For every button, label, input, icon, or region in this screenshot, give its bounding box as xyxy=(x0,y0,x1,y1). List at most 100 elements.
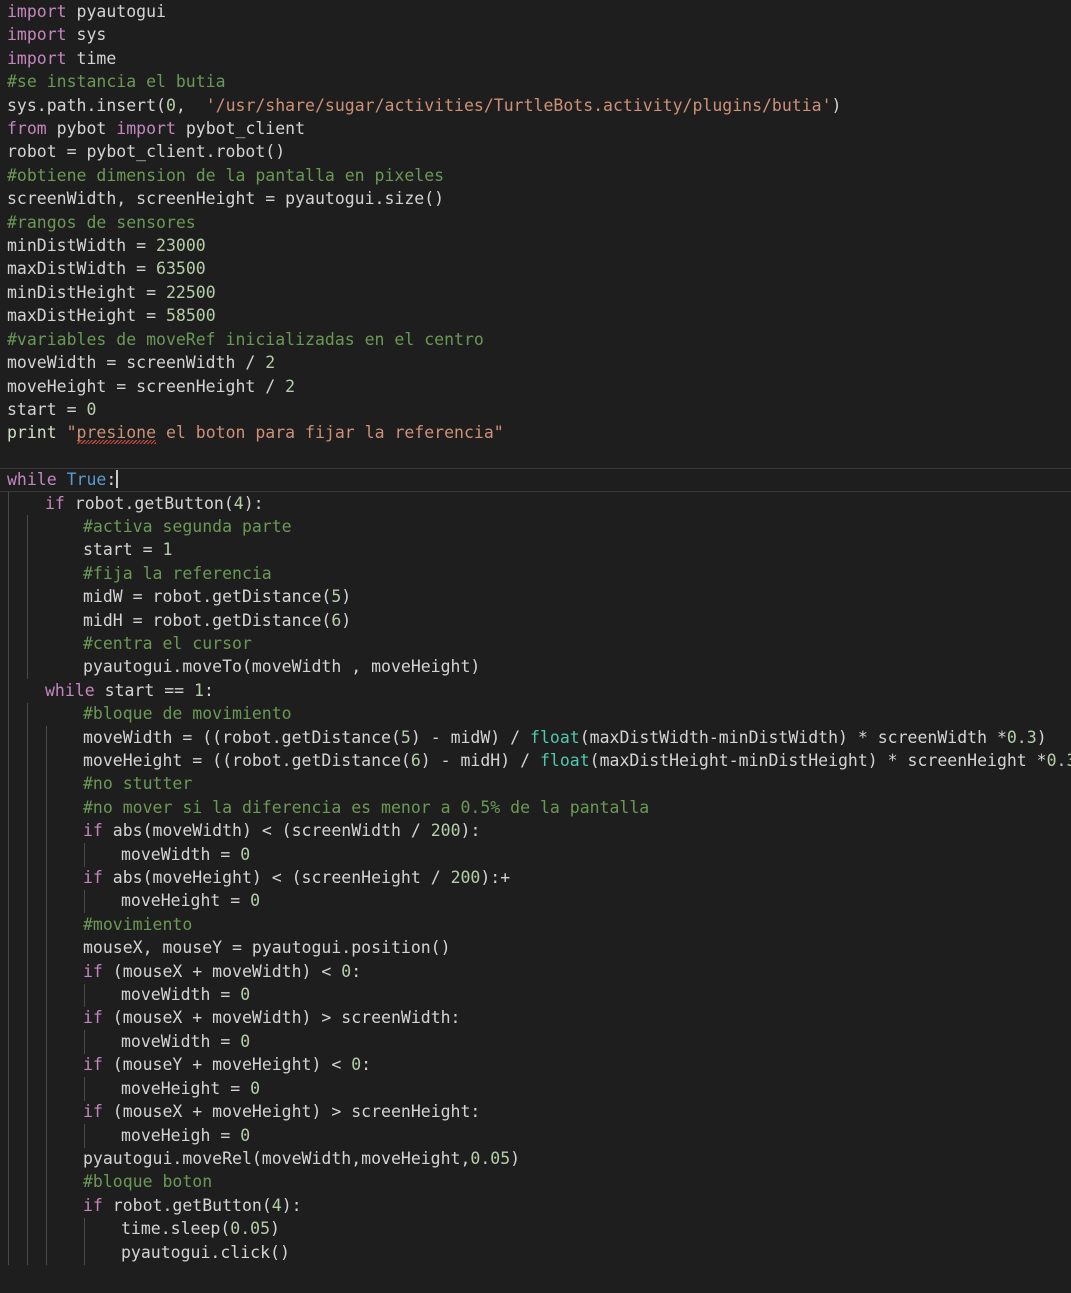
code-line[interactable]: #bloque de movimiento xyxy=(0,702,1071,725)
token-pl: mouseX, mouseY = pyautogui.position() xyxy=(83,938,451,958)
code-line[interactable]: moveWidth = screenWidth / 2 xyxy=(0,351,1071,374)
code-line[interactable]: #variables de moveRef inicializadas en e… xyxy=(0,328,1071,351)
code-line[interactable]: if (mouseX + moveWidth) < 0: xyxy=(0,960,1071,983)
code-line[interactable]: if (mouseX + moveHeight) > screenHeight: xyxy=(0,1100,1071,1123)
token-num: 0.05 xyxy=(470,1148,511,1168)
code-line[interactable]: #obtiene dimension de la pantalla en pix… xyxy=(0,164,1071,187)
code-editor-surface[interactable]: import pyautogui import sys import time #se… xyxy=(0,0,1071,1293)
code-line[interactable]: time.sleep(0.05) xyxy=(0,1217,1071,1240)
token-kw: if xyxy=(45,493,65,513)
code-line[interactable]: maxDistHeight = 58500 xyxy=(0,304,1071,327)
token-cmt: #se instancia el butia xyxy=(7,72,226,92)
code-line[interactable]: midW = robot.getDistance(5) xyxy=(0,585,1071,608)
code-line[interactable]: pyautogui.moveRel(moveWidth,moveHeight,0… xyxy=(0,1147,1071,1170)
code-line[interactable]: pyautogui.moveTo(moveWidth , moveHeight) xyxy=(0,655,1071,678)
token-pl: pyautogui.moveRel(moveWidth,moveHeight, xyxy=(83,1148,471,1168)
token-pl: (mouseX + moveHeight) > screenHeight: xyxy=(102,1102,481,1122)
code-line[interactable]: print "presione el boton para fijar la r… xyxy=(0,421,1071,445)
token-num: 0.3 xyxy=(1006,727,1037,747)
token-kw: import xyxy=(7,25,67,45)
token-pl: moveWidth = xyxy=(121,1031,241,1051)
code-line[interactable]: import time xyxy=(0,47,1071,70)
code-line[interactable]: #movimiento xyxy=(0,913,1071,936)
code-line[interactable]: minDistHeight = 22500 xyxy=(0,281,1071,304)
token-num: 200 xyxy=(430,821,461,841)
token-kw: import xyxy=(7,2,67,21)
code-line[interactable]: #activa segunda parte xyxy=(0,515,1071,538)
token-pl: moveHeight = ((robot.getDistance( xyxy=(83,751,411,770)
code-line[interactable]: #fija la referencia xyxy=(0,562,1071,585)
token-pl: pyautogui xyxy=(66,2,166,21)
code-line[interactable] xyxy=(0,445,1071,468)
code-line[interactable]: moveHeigh = 0 xyxy=(0,1124,1071,1147)
code-line[interactable]: mouseX, mouseY = pyautogui.position() xyxy=(0,936,1071,959)
token-num: 0 xyxy=(240,1125,251,1145)
code-line[interactable]: midH = robot.getDistance(6) xyxy=(0,609,1071,632)
token-kw: if xyxy=(83,1195,103,1215)
code-line[interactable]: moveWidth = ((robot.getDistance(5) - mid… xyxy=(0,726,1071,749)
token-pl: start = xyxy=(83,540,163,560)
token-num: 22500 xyxy=(165,282,216,302)
code-line[interactable]: start = 1 xyxy=(0,538,1071,561)
token-num: 63500 xyxy=(156,259,206,279)
code-line[interactable]: moveHeight = screenHeight / 2 xyxy=(0,375,1071,398)
token-kw: from xyxy=(7,119,47,139)
code-line[interactable]: pyautogui.click() xyxy=(0,1241,1071,1264)
code-line[interactable]: moveWidth = 0 xyxy=(0,1030,1071,1053)
token-str: " xyxy=(66,423,77,443)
token-pl: ):+ xyxy=(480,868,511,888)
code-line[interactable]: #centra el cursor xyxy=(0,632,1071,655)
code-line[interactable]: if abs(moveWidth) < (screenWidth / 200): xyxy=(0,819,1071,842)
code-line[interactable]: from pybot import pybot_client xyxy=(0,117,1071,140)
token-pl: (maxDistWidth-minDistWidth) * screenWidt… xyxy=(579,727,1007,747)
token-cmt: #variables de moveRef inicializadas en e… xyxy=(7,329,484,349)
code-content[interactable]: import pyautogui import sys import time #se… xyxy=(0,0,1071,1264)
token-pl: : xyxy=(351,961,362,981)
code-line[interactable]: screenWidth, screenHeight = pyautogui.si… xyxy=(0,187,1071,210)
code-line[interactable]: robot = pybot_client.robot() xyxy=(0,140,1071,163)
token-num: 0 xyxy=(165,95,176,115)
code-line[interactable]: import pyautogui xyxy=(0,0,1071,23)
code-line[interactable]: import sys xyxy=(0,23,1071,46)
token-pl: minDistWidth = xyxy=(7,236,157,256)
token-pl: ) xyxy=(270,1219,280,1239)
code-line[interactable]: moveWidth = 0 xyxy=(0,843,1071,866)
token-cmt: #bloque de movimiento xyxy=(83,704,292,724)
token-pl: ) xyxy=(341,610,352,630)
token-pl: screenWidth, screenHeight = pyautogui.si… xyxy=(7,189,445,209)
code-line[interactable]: start = 0 xyxy=(0,398,1071,421)
token-kw: while xyxy=(7,470,57,490)
token-num: 0 xyxy=(240,844,251,864)
token-num: 0 xyxy=(250,891,261,911)
code-line[interactable]: moveHeight = ((robot.getDistance(6) - mi… xyxy=(0,749,1071,772)
token-kw: if xyxy=(83,821,103,841)
code-line[interactable]: while True: xyxy=(0,468,1071,492)
token-pl: (mouseY + moveHeight) < xyxy=(102,1055,352,1075)
code-line[interactable]: if (mouseX + moveWidth) > screenWidth: xyxy=(0,1006,1071,1029)
code-line[interactable]: moveHeight = 0 xyxy=(0,1077,1071,1100)
code-line[interactable]: maxDistWidth = 63500 xyxy=(0,257,1071,280)
code-line[interactable]: sys.path.insert(0, '/usr/share/sugar/act… xyxy=(0,94,1071,117)
token-pl: robot.getButton( xyxy=(102,1195,272,1215)
code-line[interactable]: #bloque boton xyxy=(0,1170,1071,1193)
code-line[interactable]: minDistWidth = 23000 xyxy=(0,234,1071,257)
code-line[interactable]: #rangos de sensores xyxy=(0,211,1071,234)
token-pl: time.sleep( xyxy=(121,1219,231,1239)
code-line[interactable]: if abs(moveHeight) < (screenHeight / 200… xyxy=(0,866,1071,889)
code-line[interactable]: #se instancia el butia xyxy=(0,70,1071,93)
token-cmt: #rangos de sensores xyxy=(7,212,196,232)
code-line[interactable]: if robot.getButton(4): xyxy=(0,1194,1071,1217)
code-line[interactable]: moveWidth = 0 xyxy=(0,983,1071,1006)
code-line[interactable]: if (mouseY + moveHeight) < 0: xyxy=(0,1053,1071,1076)
token-bltn: True xyxy=(66,470,107,490)
code-line[interactable]: if robot.getButton(4): xyxy=(0,492,1071,515)
token-pl: ) xyxy=(831,95,842,115)
code-line[interactable]: moveHeight = 0 xyxy=(0,889,1071,912)
code-line[interactable]: while start == 1: xyxy=(0,679,1071,702)
code-line[interactable]: #no stutter xyxy=(0,772,1071,795)
token-pl: pybot_client xyxy=(175,119,306,139)
token-num: 0.3 xyxy=(1046,751,1071,770)
token-pl: ) xyxy=(1036,727,1047,747)
code-line[interactable]: #no mover si la diferencia es menor a 0.… xyxy=(0,796,1071,819)
